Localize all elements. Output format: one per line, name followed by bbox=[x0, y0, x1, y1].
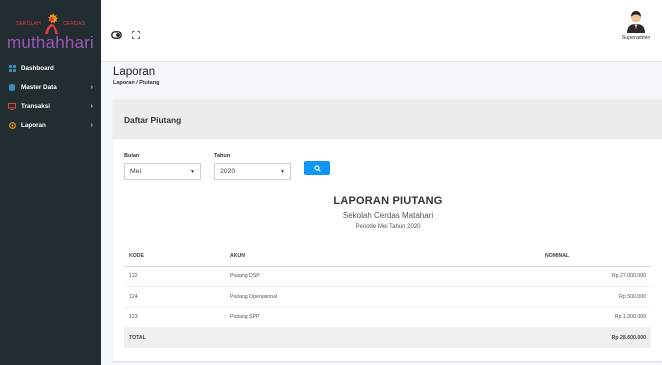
table-row: 124 Piutang Operasional Rp 500.000 bbox=[124, 286, 651, 308]
table-row: 122 Piutang DSP Rp 27.000.000 bbox=[124, 266, 651, 287]
user-menu[interactable]: Superadmin bbox=[616, 9, 656, 41]
total-value: Rp 28.600.000 bbox=[545, 327, 651, 348]
sidebar-item-label: Transaksi bbox=[21, 103, 51, 110]
topbar: Superadmin bbox=[101, 0, 662, 62]
caret-down-icon: ▼ bbox=[280, 168, 285, 175]
col-kode-header: KODE bbox=[124, 246, 225, 267]
sidebar: SEKOLAH CERDAS muthahhari Dashboard Mast… bbox=[0, 0, 101, 365]
avatar bbox=[624, 9, 648, 33]
toggle-icon[interactable] bbox=[111, 26, 122, 44]
search-icon bbox=[313, 164, 321, 172]
bulan-field: Bulan Mei ▼ bbox=[124, 153, 201, 180]
logo-text: muthahhari bbox=[6, 32, 95, 52]
sidebar-item-label: Master Data bbox=[21, 84, 57, 91]
report-school: Sekolah Cerdas Matahari bbox=[342, 211, 434, 220]
cell-akun: Piutang DSP bbox=[225, 266, 545, 287]
report-title: LAPORAN PIUTANG bbox=[333, 195, 443, 207]
sun-figure-icon bbox=[44, 13, 58, 34]
tahun-label: Tahun bbox=[214, 153, 231, 159]
breadcrumb: Laporan / Piutang bbox=[113, 80, 160, 86]
sidebar-item-dashboard[interactable]: Dashboard bbox=[0, 59, 101, 78]
logo[interactable]: SEKOLAH CERDAS muthahhari bbox=[0, 0, 101, 59]
sidebar-nav: Dashboard Master Data › Transaksi › Lapo… bbox=[0, 59, 101, 135]
total-label: TOTAL bbox=[124, 327, 225, 348]
cell-kode: 122 bbox=[124, 266, 225, 287]
table-header-row: KODE AKUN NOMINAL bbox=[124, 246, 651, 267]
bulan-value: Mei bbox=[130, 168, 141, 175]
table-row: 123 Piutang SPP Rp 1.000.000 bbox=[124, 307, 651, 328]
chevron-right-icon: › bbox=[90, 84, 93, 91]
sidebar-item-label: Dashboard bbox=[21, 65, 54, 72]
tahun-field: Tahun 2020 ▼ bbox=[214, 153, 291, 180]
cell-kode: 124 bbox=[124, 286, 225, 308]
caret-down-icon: ▼ bbox=[190, 168, 195, 175]
sidebar-item-label: Laporan bbox=[21, 122, 46, 129]
sidebar-item-master-data[interactable]: Master Data › bbox=[0, 78, 101, 97]
database-icon bbox=[8, 84, 16, 91]
col-akun-header: AKUN bbox=[225, 246, 545, 267]
search-button[interactable] bbox=[304, 161, 330, 175]
cell-kode: 123 bbox=[124, 307, 225, 328]
card-bottom-border bbox=[113, 361, 662, 362]
filter-form: Bulan Mei ▼ Tahun 2020 ▼ bbox=[124, 153, 330, 180]
chevron-right-icon: › bbox=[90, 103, 93, 110]
cell-akun: Piutang Operasional bbox=[225, 286, 545, 308]
expand-icon[interactable] bbox=[132, 26, 140, 44]
cell-nominal: Rp 27.000.000 bbox=[545, 266, 651, 287]
logo-small-left: SEKOLAH bbox=[15, 20, 41, 27]
tahun-select[interactable]: 2020 ▼ bbox=[214, 163, 291, 180]
bulan-select[interactable]: Mei ▼ bbox=[124, 163, 201, 180]
card-title: Daftar Piutang bbox=[113, 100, 662, 139]
report-period: Periode Mei Tahun 2020 bbox=[355, 224, 421, 230]
bulan-label: Bulan bbox=[124, 153, 140, 159]
cell-nominal: Rp 500.000 bbox=[545, 286, 651, 308]
monitor-icon bbox=[8, 103, 16, 110]
logo-emblem: SEKOLAH CERDAS bbox=[16, 12, 85, 36]
content-header: Laporan Laporan / Piutang bbox=[113, 66, 159, 86]
piutang-table: KODE AKUN NOMINAL 122 Piutang DSP Rp 27.… bbox=[124, 246, 651, 348]
dashboard-icon bbox=[8, 65, 16, 72]
sidebar-item-laporan[interactable]: Laporan › bbox=[0, 116, 101, 135]
report-heading: LAPORAN PIUTANG Sekolah Cerdas Matahari … bbox=[113, 195, 662, 230]
chevron-right-icon: › bbox=[90, 122, 93, 129]
cell-nominal: Rp 1.000.000 bbox=[545, 307, 651, 328]
user-name: Superadmin bbox=[621, 35, 651, 41]
cell-akun: Piutang SPP bbox=[225, 307, 545, 328]
col-nominal-header: NOMINAL bbox=[545, 246, 651, 267]
tahun-value: 2020 bbox=[220, 168, 236, 175]
total-spacer bbox=[225, 327, 545, 348]
sidebar-item-transaksi[interactable]: Transaksi › bbox=[0, 97, 101, 116]
logo-small-right: CERDAS bbox=[62, 20, 86, 27]
page-title: Laporan bbox=[113, 66, 156, 78]
total-row: TOTAL Rp 28.600.000 bbox=[124, 327, 651, 348]
circle-icon bbox=[8, 122, 16, 129]
